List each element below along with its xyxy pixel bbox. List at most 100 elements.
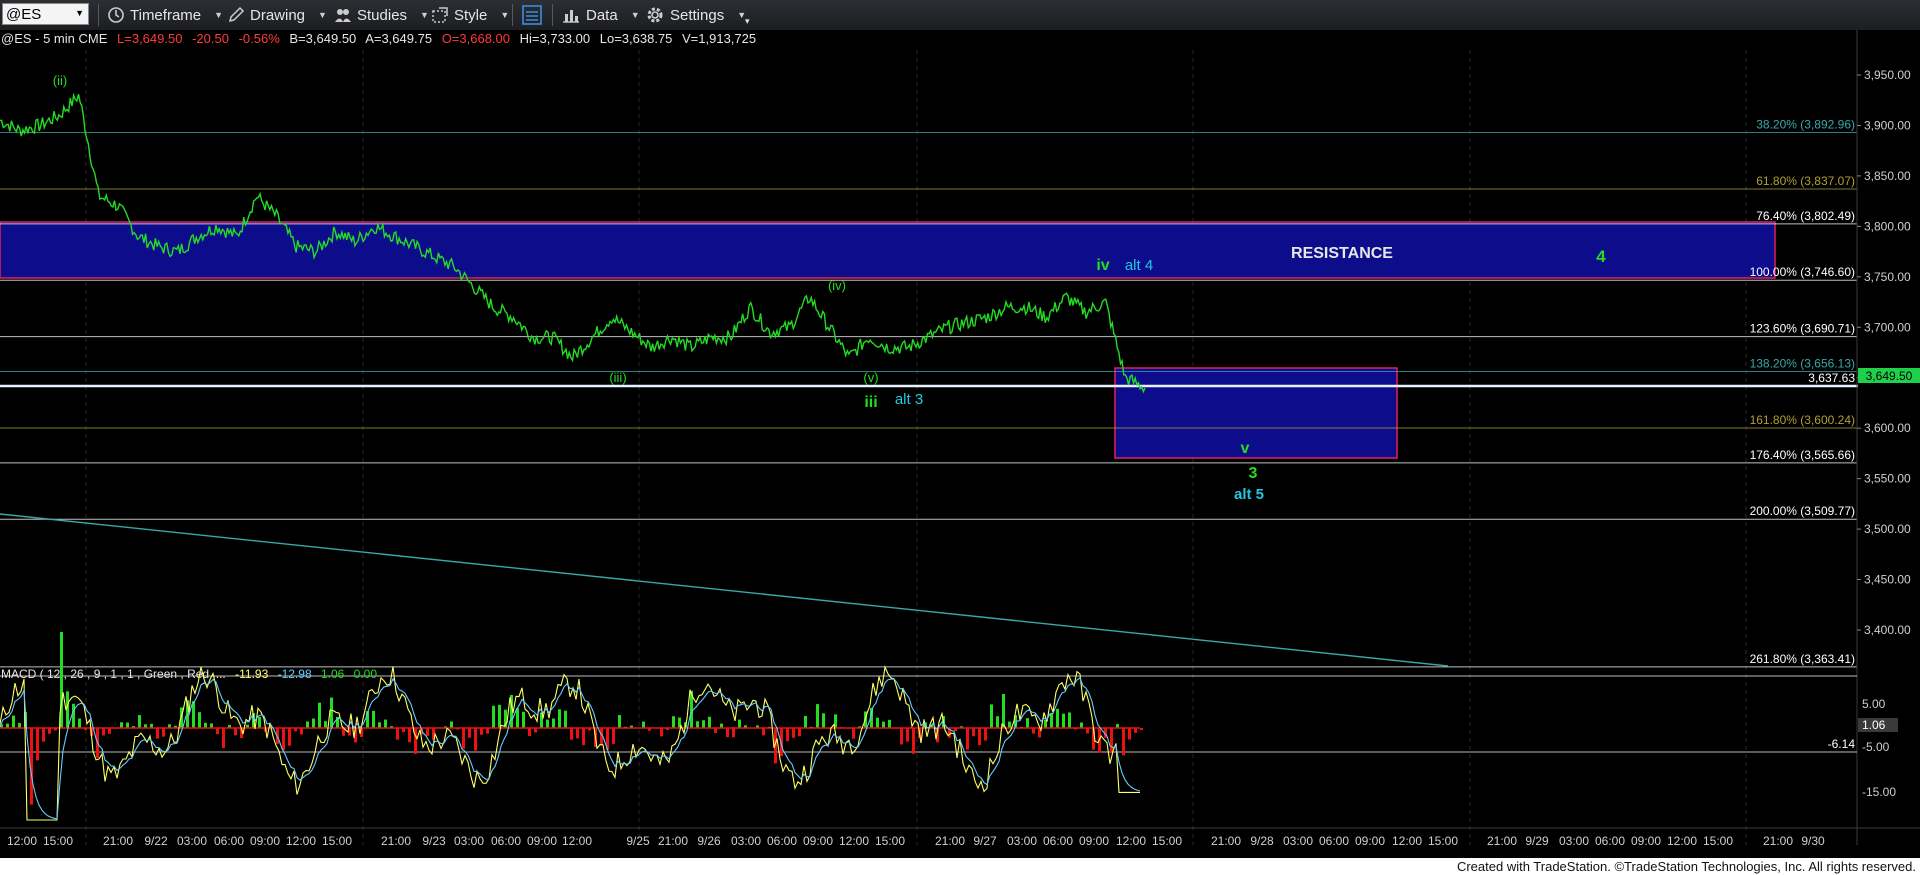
macd-histogram-bar [882, 721, 885, 728]
chevron-down-icon[interactable]: ▼ [75, 8, 84, 18]
macd-histogram-bar [906, 728, 909, 742]
macd-level-label: -6.14 [1828, 737, 1856, 751]
macd-histogram-bar [990, 704, 993, 728]
macd-histogram-bar [570, 728, 573, 740]
macd-histogram-bar [108, 728, 111, 734]
macd-histogram-bar [642, 721, 645, 728]
macd-histogram-bar [1122, 728, 1125, 756]
fib-level-label: 61.80% (3,837.07) [1756, 174, 1855, 188]
price-chart[interactable]: @ES - 5 min CME L=3,649.50 -20.50 -0.56%… [0, 30, 1920, 848]
time-axis-label: 15:00 [1428, 834, 1458, 845]
macd-histogram-bar [234, 728, 237, 736]
macd-histogram-bar [468, 728, 471, 738]
chart-area[interactable]: @ES - 5 min CME L=3,649.50 -20.50 -0.56%… [0, 30, 1920, 848]
time-axis-label: 21:00 [658, 834, 688, 845]
drawing-button[interactable]: Drawing ▼ [227, 0, 327, 30]
time-axis-label: 03:00 [1283, 834, 1313, 845]
timeframe-button[interactable]: Timeframe ▼ [107, 0, 223, 30]
wave-3-label: 3 [1249, 465, 1258, 482]
time-axis-label: 06:00 [767, 834, 797, 845]
time-axis-label: 06:00 [491, 834, 521, 845]
time-axis-label: 9/28 [1250, 834, 1274, 845]
time-axis-label: 12:00 [1667, 834, 1697, 845]
macd-histogram-bar [1026, 718, 1029, 728]
macd-histogram-bar [1110, 728, 1113, 754]
chevron-down-icon: ▼ [214, 10, 224, 20]
header-symbol: @ES - 5 min CME [1, 31, 108, 46]
window-button[interactable] [521, 0, 543, 30]
copyright-text: Created with TradeStation. ©TradeStation… [1456, 859, 1916, 874]
macd-signal-value: -12.98 [278, 667, 312, 681]
window-layout-icon [522, 5, 542, 25]
pencil-icon [228, 6, 245, 23]
header-low: Lo=3,638.75 [600, 31, 673, 46]
macd-value: -11.93 [235, 667, 268, 681]
macd-histogram-bar [258, 716, 261, 728]
alt-4-label: alt 4 [1125, 257, 1153, 274]
target-zone[interactable] [1114, 367, 1398, 459]
time-axis-label: 15:00 [1152, 834, 1182, 845]
fib-level-label: 138.20% (3,656.13) [1750, 357, 1855, 371]
data-button[interactable]: Data ▼ [561, 0, 640, 30]
macd-histogram-bar [984, 728, 987, 741]
studies-button[interactable]: Studies ▼ [334, 0, 429, 30]
time-axis-label: 12:00 [1116, 834, 1146, 845]
settings-button[interactable]: Settings ▼ [645, 0, 746, 30]
macd-histogram-bar [672, 716, 675, 728]
toolbar: @ES ▼ Timeframe ▼ Drawing ▼ Studies ▼ Style… [0, 0, 1920, 31]
time-axis-label: 03:00 [1007, 834, 1037, 845]
wave-ii-label: (ii) [53, 73, 67, 88]
time-axis-label: 9/25 [626, 834, 650, 845]
chevron-down-icon: ▼ [318, 10, 327, 20]
header-open: O=3,668.00 [442, 31, 510, 46]
drawing-label: Drawing [250, 6, 306, 24]
macd-histogram-bar [972, 728, 975, 737]
price-axis-label: 3,500.00 [1864, 522, 1911, 536]
macd-histogram-bar [978, 728, 981, 746]
time-axis-label: 15:00 [875, 834, 905, 845]
macd-histogram-bar [498, 704, 501, 728]
style-button[interactable]: Style ▼ [431, 0, 509, 30]
time-axis-label: 12:00 [1392, 834, 1422, 845]
macd-histogram-bar [384, 719, 387, 728]
macd-histogram-bar [198, 712, 201, 728]
time-axis-label: 03:00 [177, 834, 207, 845]
bar-chart-icon [563, 10, 579, 23]
fib-level-label: 76.40% (3,802.49) [1756, 209, 1855, 223]
time-axis-label: 03:00 [731, 834, 761, 845]
macd-histogram-bar [786, 728, 789, 742]
macd-histogram-bar [78, 718, 81, 728]
time-axis-label: 06:00 [214, 834, 244, 845]
macd-histogram-bar [732, 728, 735, 738]
fib-level-label: 123.60% (3,690.71) [1750, 322, 1855, 336]
macd-histogram-bar [702, 720, 705, 728]
time-axis-label: 09:00 [1631, 834, 1661, 845]
chevron-down-icon: ▼ [500, 10, 510, 20]
macd-histogram-bar [696, 721, 699, 728]
time-axis-label: 21:00 [1487, 834, 1517, 845]
macd-histogram-bar [612, 728, 615, 744]
macd-histogram-bar [72, 703, 75, 728]
toolbar-divider [98, 4, 99, 26]
time-axis-label: 21:00 [381, 834, 411, 845]
macd-histogram-bar [162, 728, 165, 737]
macd-histogram-bar [996, 716, 999, 728]
macd-histogram-bar [966, 728, 969, 750]
trend-line[interactable] [0, 513, 1449, 667]
macd-histogram-bar [876, 717, 879, 728]
price-axis-label: 3,400.00 [1864, 623, 1911, 637]
fib-level-label: 200.00% (3,509.77) [1750, 504, 1855, 518]
price-axis-label: 3,550.00 [1864, 472, 1911, 486]
time-axis-label: 09:00 [1355, 834, 1385, 845]
macd-histogram-bar [318, 702, 321, 728]
symbol-input[interactable]: @ES ▼ [2, 3, 89, 25]
resistance-zone[interactable] [0, 221, 1776, 279]
macd-histogram-bar [1140, 728, 1143, 731]
macd-histogram-bar [378, 722, 381, 728]
macd-histogram-bar [486, 728, 489, 734]
macd-histogram-bar [300, 728, 303, 735]
people-icon [335, 9, 351, 22]
alt-5-label: alt 5 [1234, 486, 1264, 503]
macd-histogram-bar [372, 710, 375, 728]
price-axis: 3,950.00 3,900.00 3,850.00 3,800.00 3,750.00… [1857, 68, 1911, 637]
